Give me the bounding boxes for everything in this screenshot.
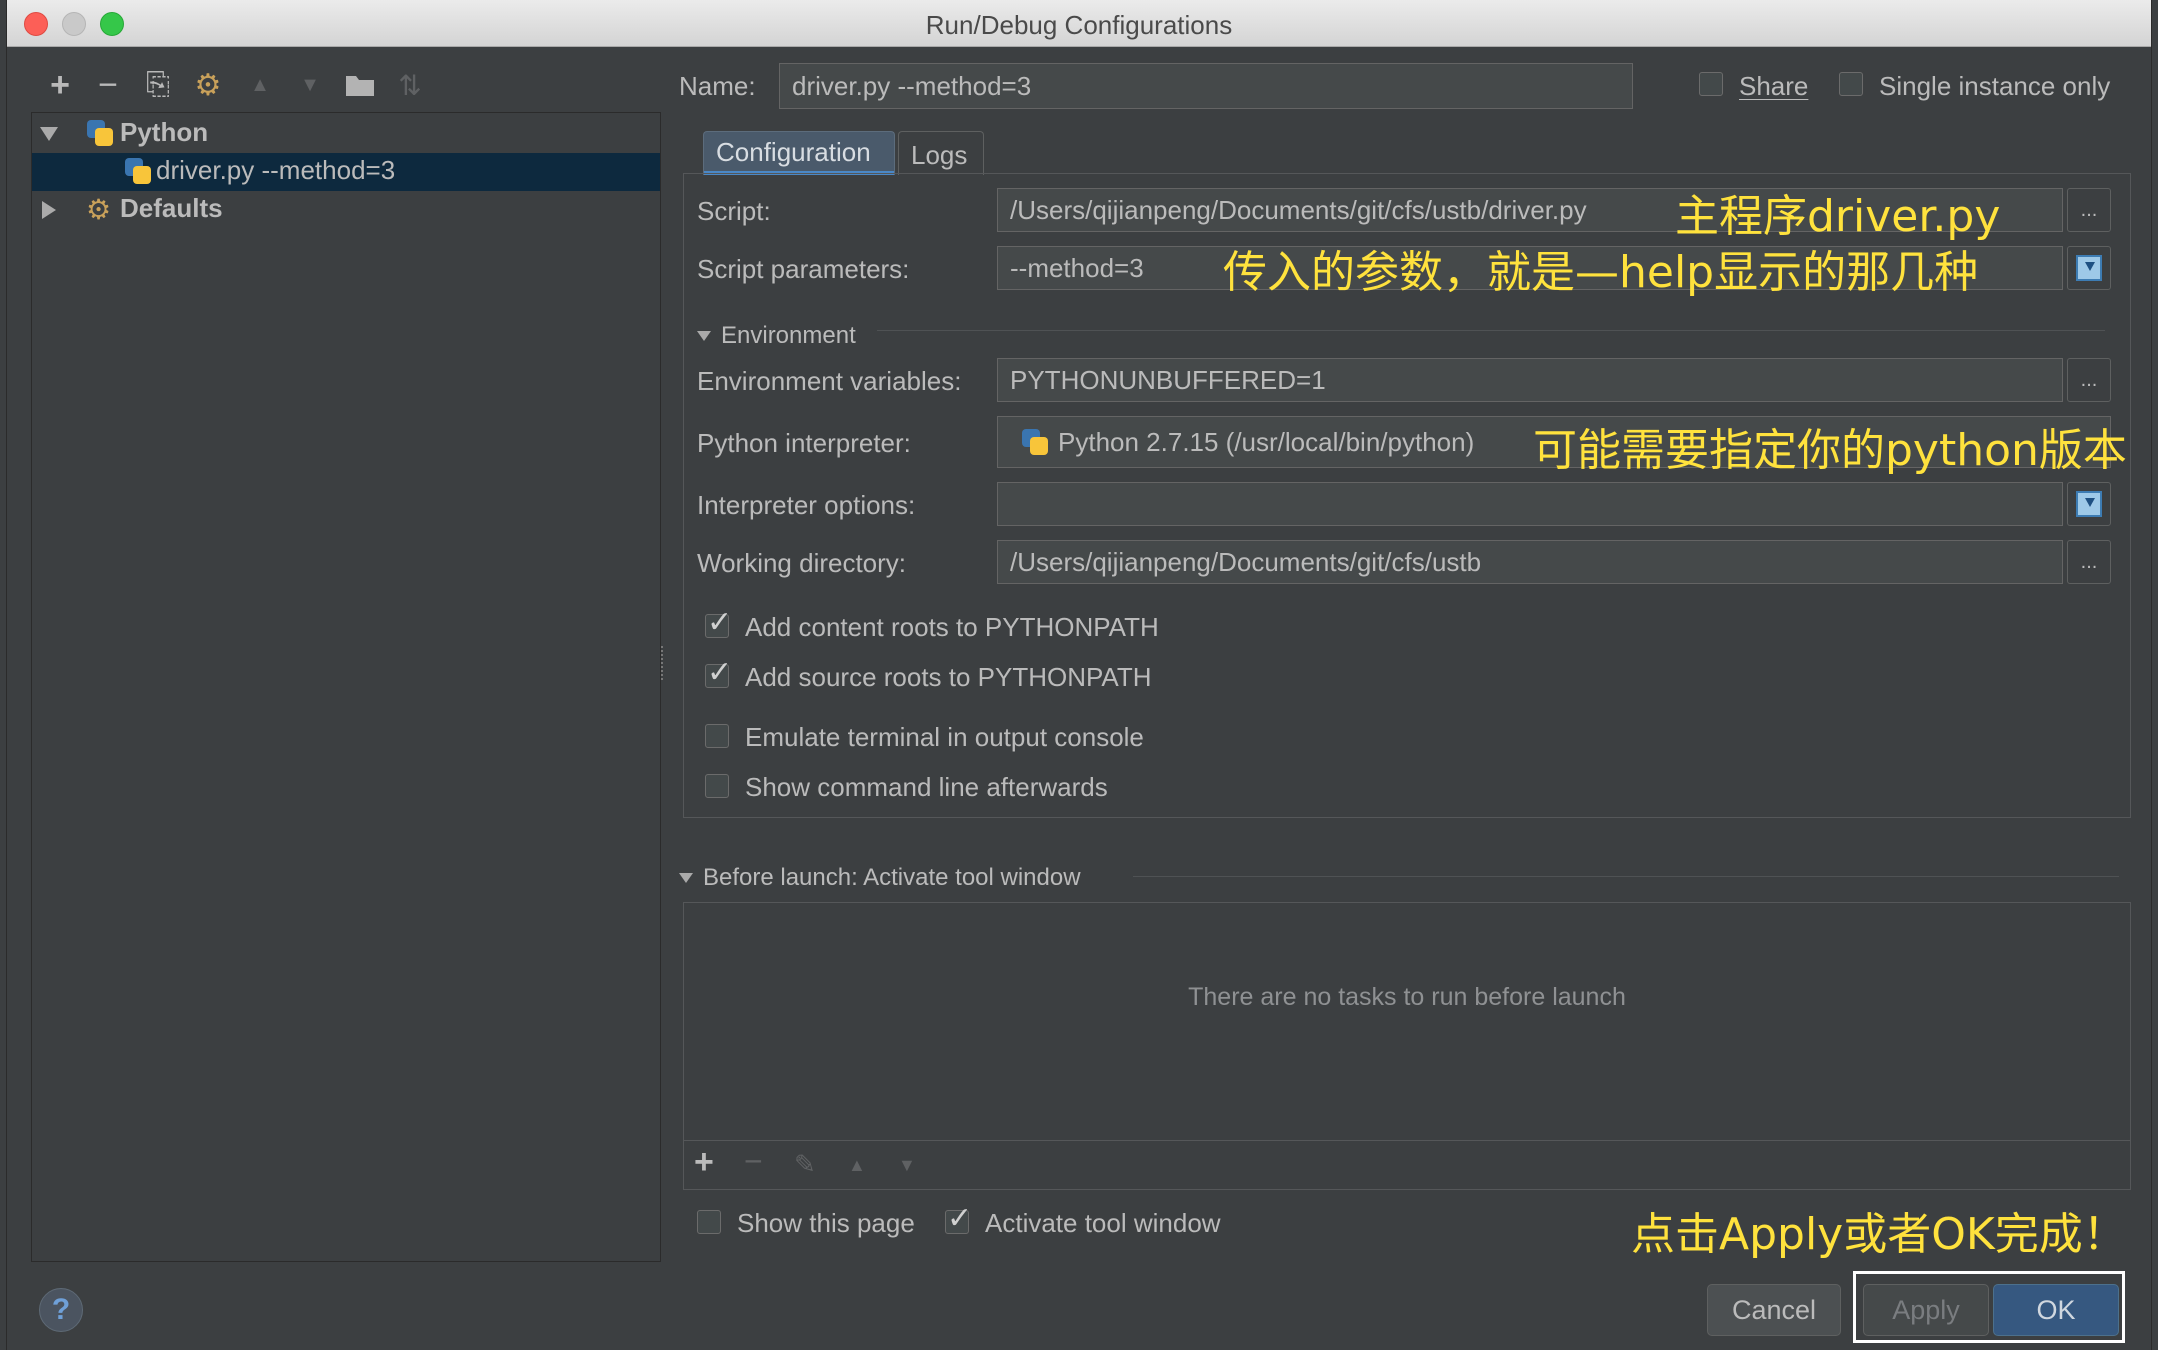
name-label: Name:	[679, 71, 756, 101]
content-roots-label: Add content roots to PYTHONPATH	[745, 612, 1159, 642]
tree-group-label: Python	[120, 117, 209, 147]
tab-configuration[interactable]: Configuration	[703, 131, 895, 175]
python-icon	[124, 157, 152, 185]
show-command-line-label: Show command line afterwards	[745, 772, 1108, 802]
annotation-interpreter: 可能需要指定你的python版本	[1533, 425, 2127, 476]
tab-logs[interactable]: Logs	[898, 131, 984, 175]
move-task-up-icon[interactable]: ▲	[848, 1155, 866, 1176]
run-debug-dialog: Run/Debug Configurations + − ⎘ ⚙ ▲ ▼ ⇅ P…	[6, 0, 2152, 1350]
annotation-finish: 点击Apply或者OK完成！	[1631, 1209, 2127, 1260]
show-this-page-label: Show this page	[737, 1208, 915, 1238]
add-task-button[interactable]: +	[694, 1143, 714, 1182]
annotation-script: 主程序driver.py	[1675, 191, 2001, 242]
python-icon	[1021, 428, 1049, 456]
ok-button[interactable]: OK	[1993, 1284, 2119, 1336]
add-config-button[interactable]: +	[43, 66, 77, 104]
section-divider	[877, 330, 2105, 331]
cancel-button[interactable]: Cancel	[1707, 1284, 1841, 1336]
before-launch-title: Before launch: Activate tool window	[703, 864, 1081, 891]
tree-item-driver[interactable]: driver.py --method=3	[32, 153, 660, 191]
script-label: Script:	[697, 196, 771, 226]
expand-icon	[2076, 491, 2102, 517]
tree-group-label: Defaults	[120, 193, 223, 223]
activate-tool-window-label: Activate tool window	[985, 1208, 1221, 1238]
activate-tool-window-checkbox[interactable]	[945, 1201, 972, 1236]
name-input[interactable]: driver.py --method=3	[779, 63, 1633, 109]
list-toolbar-divider	[684, 1140, 2130, 1141]
environment-label: Environment	[721, 322, 856, 349]
env-vars-browse-button[interactable]: ...	[2067, 358, 2111, 402]
workdir-input[interactable]: /Users/qijianpeng/Documents/git/cfs/ustb	[997, 540, 2063, 584]
folder-icon[interactable]	[343, 68, 377, 102]
remove-task-button[interactable]: −	[744, 1143, 763, 1180]
single-instance-label: Single instance only	[1879, 71, 2111, 101]
before-launch-list: There are no tasks to run before launch …	[683, 902, 2131, 1190]
script-browse-button[interactable]: ...	[2067, 188, 2111, 232]
config-tree: Python driver.py --method=3 ⚙ Defaults	[31, 112, 661, 1262]
window-title: Run/Debug Configurations	[925, 10, 1233, 40]
script-params-label: Script parameters:	[697, 254, 910, 284]
expand-icon	[2076, 255, 2102, 281]
collapse-triangle-icon	[697, 331, 711, 341]
emulate-terminal-checkbox[interactable]	[705, 724, 729, 748]
expand-arrow-icon[interactable]	[40, 127, 58, 141]
collapse-arrow-icon[interactable]	[42, 201, 56, 219]
share-checkbox[interactable]	[1699, 72, 1723, 96]
remove-config-button[interactable]: −	[91, 66, 125, 104]
show-this-page-checkbox[interactable]	[697, 1210, 721, 1234]
content-roots-checkbox[interactable]	[705, 605, 732, 640]
move-task-down-icon[interactable]: ▼	[898, 1155, 916, 1176]
environment-section-header[interactable]: Environment	[697, 322, 856, 350]
source-roots-checkbox[interactable]	[705, 655, 732, 690]
python-icon	[86, 119, 114, 147]
env-vars-label: Environment variables:	[697, 366, 962, 396]
collapse-triangle-icon	[679, 873, 693, 883]
tree-group-python[interactable]: Python	[32, 115, 660, 153]
tree-item-label: driver.py --method=3	[156, 155, 396, 185]
show-command-line-checkbox[interactable]	[705, 774, 729, 798]
apply-button[interactable]: Apply	[1863, 1284, 1989, 1336]
tab-configuration-label: Configuration	[716, 137, 871, 167]
before-launch-header[interactable]: Before launch: Activate tool window	[679, 864, 1081, 892]
workdir-browse-button[interactable]: ...	[2067, 540, 2111, 584]
copy-config-icon[interactable]: ⎘	[141, 68, 175, 102]
move-down-icon[interactable]: ▼	[293, 68, 327, 102]
splitter-handle[interactable]	[661, 646, 669, 680]
annotation-params: 传入的参数，就是—help显示的那几种	[1223, 247, 1979, 298]
title-bar: Run/Debug Configurations	[7, 0, 2151, 47]
interpreter-label: Python interpreter:	[697, 428, 911, 458]
share-label: Share	[1739, 71, 1809, 101]
params-expand-button[interactable]	[2067, 246, 2111, 290]
move-up-icon[interactable]: ▲	[243, 68, 277, 102]
workdir-label: Working directory:	[697, 548, 907, 578]
interpreter-value: Python 2.7.15 (/usr/local/bin/python)	[1058, 426, 1475, 457]
interp-options-label: Interpreter options:	[697, 490, 916, 520]
sort-icon[interactable]: ⇅	[393, 68, 427, 102]
env-vars-input[interactable]: PYTHONUNBUFFERED=1	[997, 358, 2063, 402]
tree-group-defaults[interactable]: ⚙ Defaults	[32, 191, 660, 229]
defaults-wrench-icon: ⚙	[86, 194, 112, 225]
help-button[interactable]: ?	[39, 1288, 83, 1332]
section-divider	[1133, 876, 2119, 877]
edit-task-icon[interactable]: ✎	[794, 1149, 816, 1180]
tab-logs-label: Logs	[911, 140, 968, 170]
interp-options-input[interactable]	[997, 482, 2063, 526]
empty-tasks-text: There are no tasks to run before launch	[1188, 983, 1626, 1011]
interp-options-expand-button[interactable]	[2067, 482, 2111, 526]
single-instance-checkbox[interactable]	[1839, 72, 1863, 96]
source-roots-label: Add source roots to PYTHONPATH	[745, 662, 1152, 692]
edit-defaults-icon[interactable]: ⚙	[191, 68, 225, 102]
emulate-terminal-label: Emulate terminal in output console	[745, 722, 1144, 752]
